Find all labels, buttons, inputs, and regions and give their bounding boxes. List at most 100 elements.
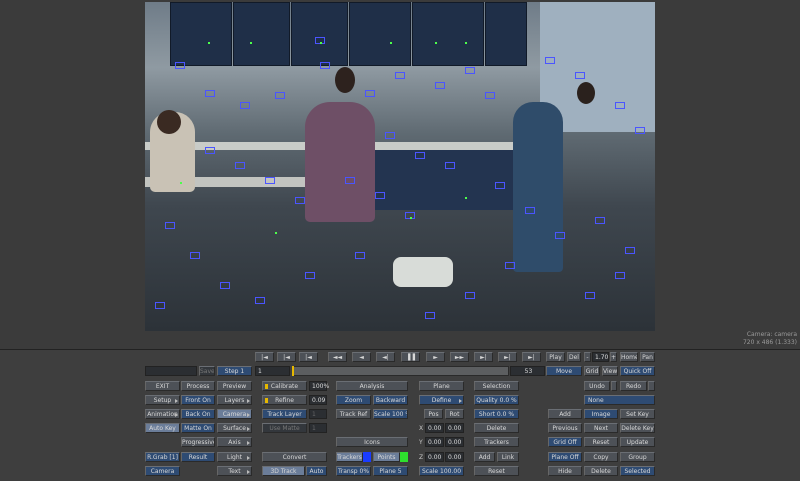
scale-button[interactable]: Scale 100 % <box>373 409 408 419</box>
track-layer-button[interactable]: Track Layer <box>262 409 307 419</box>
redo-button[interactable]: Redo <box>620 381 647 391</box>
tracker-marker[interactable] <box>465 292 475 299</box>
selection-delete-button[interactable]: Delete <box>474 423 519 433</box>
tracker-marker[interactable] <box>585 292 595 299</box>
camera-button[interactable]: Camera <box>145 466 180 476</box>
tracker-marker[interactable] <box>445 162 455 169</box>
tracker-marker[interactable] <box>305 272 315 279</box>
tracker-marker[interactable] <box>495 182 505 189</box>
del-button[interactable]: Del <box>567 352 581 362</box>
points-toggle[interactable]: Points <box>373 452 400 462</box>
tracker-marker[interactable] <box>505 262 515 269</box>
tracker-marker[interactable] <box>385 132 395 139</box>
home-button[interactable]: Home <box>620 352 638 362</box>
prev-key-button[interactable]: |◄ <box>277 352 296 362</box>
timeline-cursor[interactable] <box>292 366 294 376</box>
animation-button[interactable]: Animation <box>145 409 180 419</box>
use-matte-button[interactable]: Use Matte <box>262 423 307 433</box>
undo-button[interactable]: Undo <box>584 381 610 391</box>
exit-button[interactable]: EXIT <box>145 381 180 391</box>
play-backward-button[interactable]: ◄ <box>352 352 371 362</box>
matte-on-button[interactable]: Matte On <box>181 423 215 433</box>
tracker-marker[interactable] <box>205 147 215 154</box>
step-button[interactable]: Step 1 <box>217 366 252 376</box>
goto-start-button[interactable]: |◄ <box>255 352 274 362</box>
tracker-marker[interactable] <box>465 67 475 74</box>
grid-off-button[interactable]: Grid Off <box>548 437 582 447</box>
refine-value-field[interactable]: 0.09 <box>309 395 327 405</box>
trackers-button[interactable]: Trackers <box>474 437 519 447</box>
selected-button[interactable]: Selected <box>620 466 655 476</box>
auto-key-button[interactable]: Auto Key <box>145 423 180 433</box>
tracker-marker[interactable] <box>545 57 555 64</box>
surface-button[interactable]: Surface <box>217 423 252 433</box>
icons-button[interactable]: Icons <box>336 437 408 447</box>
plane-scale-button[interactable]: Scale 100.00 <box>419 466 464 476</box>
speed-plus-button[interactable]: + <box>610 352 617 362</box>
hide-button[interactable]: Hide <box>548 466 582 476</box>
video-frame[interactable] <box>145 2 655 331</box>
plane-off-button[interactable]: Plane Off <box>548 452 582 462</box>
tracker-marker[interactable] <box>485 92 495 99</box>
refine-button[interactable]: Refine <box>262 395 307 405</box>
tracker-marker[interactable] <box>575 72 585 79</box>
reset-button[interactable]: Reset <box>584 437 618 447</box>
plane-button[interactable]: Plane <box>419 381 464 391</box>
plane-5-button[interactable]: Plane 5 <box>373 466 408 476</box>
trackers-color-swatch[interactable] <box>363 452 371 462</box>
tracker-marker[interactable] <box>175 62 185 69</box>
preview-button[interactable]: Preview <box>217 381 252 391</box>
tracker-marker[interactable] <box>320 62 330 69</box>
pos-z-field[interactable]: 0.00 <box>425 452 444 462</box>
pos-button[interactable]: Pos <box>424 409 443 419</box>
short-button[interactable]: Short 0.0 % <box>474 409 519 419</box>
goto-end-button[interactable]: ►| <box>522 352 541 362</box>
play-forward-button[interactable]: ► <box>426 352 445 362</box>
save-button[interactable]: Save <box>199 366 215 376</box>
step-forward-button[interactable]: ►| <box>474 352 493 362</box>
tracker-marker[interactable] <box>275 92 285 99</box>
tracker-marker[interactable] <box>635 127 645 134</box>
step-back-button[interactable]: ◄| <box>376 352 395 362</box>
use-matte-field[interactable]: 1 <box>309 423 327 433</box>
tracker-marker[interactable] <box>615 272 625 279</box>
analysis-button[interactable]: Analysis <box>336 381 408 391</box>
speed-field[interactable]: 1.70 <box>592 352 609 362</box>
front-on-button[interactable]: Front On <box>181 395 215 405</box>
undo-menu-button[interactable] <box>611 381 617 391</box>
next-key-button[interactable]: ►| <box>498 352 517 362</box>
track-layer-field[interactable]: 1 <box>309 409 327 419</box>
camera-tab-button[interactable]: Camera <box>217 409 252 419</box>
tracker-marker[interactable] <box>155 302 165 309</box>
rot-button[interactable]: Rot <box>445 409 464 419</box>
tracker-marker[interactable] <box>415 152 425 159</box>
trackers-toggle[interactable]: Trackers <box>336 452 363 462</box>
delete-key-button[interactable]: Delete Key <box>620 423 655 433</box>
tracker-marker[interactable] <box>295 197 305 204</box>
timeline-bar[interactable] <box>292 366 509 376</box>
none-dropdown[interactable]: None <box>584 395 655 405</box>
end-frame-field[interactable]: 53 <box>510 366 545 376</box>
trackers-add-button[interactable]: Add <box>474 452 495 462</box>
add-button[interactable]: Add <box>548 409 582 419</box>
update-button[interactable]: Update <box>620 437 655 447</box>
quick-off-button[interactable]: Quick Off <box>620 366 655 376</box>
view-button[interactable]: View <box>602 366 618 376</box>
copy-button[interactable]: Copy <box>584 452 618 462</box>
pos-y-field[interactable]: 0.00 <box>425 437 444 447</box>
tracker-marker[interactable] <box>355 252 365 259</box>
backward-button[interactable]: Backward <box>373 395 408 405</box>
group-button[interactable]: Group <box>620 452 655 462</box>
tracker-marker[interactable] <box>625 247 635 254</box>
image-button[interactable]: Image <box>584 409 618 419</box>
rewind-button[interactable]: ◄◄ <box>328 352 347 362</box>
tracker-marker[interactable] <box>555 232 565 239</box>
points-color-swatch[interactable] <box>400 452 408 462</box>
progressive-button[interactable]: Progressive <box>181 437 215 447</box>
rot-y-field[interactable]: 0.00 <box>445 437 464 447</box>
previous-button[interactable]: Previous <box>548 423 582 433</box>
track-3d-button[interactable]: 3D Track <box>262 466 305 476</box>
selection-button[interactable]: Selection <box>474 381 519 391</box>
rgrab-button[interactable]: R.Grab [1] <box>145 452 180 462</box>
start-frame-field[interactable]: 1 <box>255 366 290 376</box>
